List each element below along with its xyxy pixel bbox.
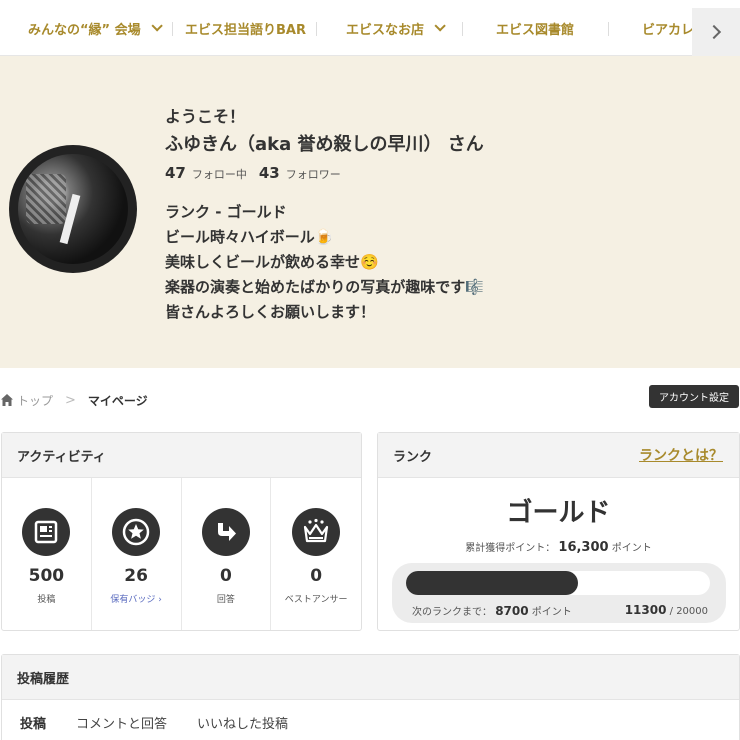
following-label[interactable]: フォロー中 [192,166,247,182]
rank-info-link[interactable]: ランクとは？ [639,445,723,465]
chevron-right-icon: › [158,595,162,605]
nav-item-label: ビアカレ [642,22,695,38]
progress-fill [406,571,578,595]
badges-link[interactable]: 保有バッジ › [110,592,162,605]
tab-comments-answers[interactable]: コメントと回答 [76,713,167,732]
bio-line: 美味しくビールが飲める幸せ☺️ [165,253,379,271]
history-tabs: 投稿 コメントと回答 いいねした投稿 [2,700,739,740]
nav-divider [608,22,609,36]
bio-line: ビール時々ハイボール🍺 [165,228,334,246]
nav-item-calendar[interactable]: ビアカレ [642,0,694,56]
nav-next-button[interactable] [692,8,740,56]
stat-label: ベストアンサー [284,595,348,605]
breadcrumb-separator: > [65,392,76,408]
chevron-down-icon [434,20,446,32]
nav-item-venue[interactable]: みんなの“縁” 会場 [28,0,163,56]
target-points: 20000 [676,606,708,617]
avatar[interactable] [9,145,137,273]
tab-liked-posts[interactable]: いいねした投稿 [197,713,288,732]
breadcrumb-current: マイページ [87,393,148,408]
stat-posts[interactable]: 500 投稿 [2,478,92,630]
breadcrumb-top-link[interactable]: トップ [17,392,53,409]
rank-title: ランク [393,449,433,465]
bio-line: ランク - ゴールド [165,203,287,221]
activity-stats: 500 投稿 26 保有バッジ › 0 回答 0 ベストアンサー [2,478,361,630]
nav-item-shops[interactable]: エビスなお店 [346,0,446,56]
nav-item-label: エビス図書館 [496,22,575,38]
followers-label[interactable]: フォロワー [286,166,341,182]
nav-item-label: みんなの“縁” 会場 [28,22,141,38]
account-settings-button[interactable]: アカウント設定 [649,385,739,408]
stat-value: 26 [124,566,148,586]
chevron-right-icon [706,24,722,40]
home-icon[interactable] [0,393,14,407]
rank-header: ランク ランクとは？ [378,433,739,478]
tab-posts[interactable]: 投稿 [20,713,46,732]
nav-divider [172,22,173,36]
next-rank-label: 次のランクまで： [412,607,492,618]
rank-totals: 11300 / 20000 [625,603,708,617]
activity-title: アクティビティ [2,433,361,478]
stat-value: 0 [219,566,232,586]
progress-track [406,571,710,595]
stat-answers[interactable]: 0 回答 [182,478,272,630]
nav-item-label: エビスなお店 [346,22,425,38]
crown-icon [292,508,341,556]
rank-name: ゴールド [506,498,611,528]
nav-item-library[interactable]: エビス図書館 [496,0,574,56]
stat-best-answers[interactable]: 0 ベストアンサー [271,478,361,630]
bio-line: 皆さんよろしくお願いします！ [165,303,376,321]
points-unit: ポイント [611,543,652,554]
profile-bio: ランク - ゴールド ビール時々ハイボール🍺 美味しくビールが飲める幸せ☺️ 楽… [165,200,484,325]
stat-badges[interactable]: 26 保有バッジ › [92,478,182,630]
total-points: 累計獲得ポイント： 16,300 ポイント [378,539,739,555]
post-history-title: 投稿履歴 [2,655,739,700]
nav-divider [462,22,463,36]
rank-card: ランク ランクとは？ ゴールド 累計獲得ポイント： 16,300 ポイント 次の… [377,432,740,631]
stat-value: 0 [310,566,323,586]
breadcrumb: トップ > マイページ [0,390,148,410]
totals-separator: / [669,606,673,617]
stat-value: 500 [28,566,65,586]
current-points: 11300 [624,603,667,617]
top-nav: みんなの“縁” 会場 エビス担当語りBAR エビスなお店 エビス図書館 ビアカレ [0,0,740,56]
following-count[interactable]: 47 [165,164,186,182]
reply-arrow-icon [201,508,250,556]
nav-item-label: エビス担当語りBAR [185,22,306,38]
next-rank: 次のランクまで： 8700 ポイント [412,603,572,618]
nav-item-bar[interactable]: エビス担当語りBAR [185,0,306,56]
rank-progress: 次のランクまで： 8700 ポイント 11300 / 20000 [392,563,726,623]
chevron-down-icon [151,20,163,32]
points-value: 16,300 [558,540,609,555]
activity-card: アクティビティ 500 投稿 26 保有バッジ › 0 回答 0 ベストアンサー [1,432,362,631]
post-history-card: 投稿履歴 投稿 コメントと回答 いいねした投稿 [1,654,740,740]
next-rank-unit: ポイント [531,607,572,618]
nav-divider [316,22,317,36]
bio-line: 楽器の演奏と始めたばかりの写真が趣味です🎼 [165,278,484,296]
welcome-text: ようこそ！ [165,107,246,126]
user-name: ふゆきん（aka 誉め殺しの早川） さん [165,134,484,155]
stat-label: 投稿 [37,595,56,605]
avatar-photo [18,154,128,264]
star-badge-icon [112,508,161,556]
follow-counts: 47 フォロー中 43 フォロワー [165,164,353,182]
profile-header: ようこそ！ ふゆきん（aka 誉め殺しの早川） さん 47 フォロー中 43 フ… [0,56,740,368]
points-label: 累計獲得ポイント： [465,543,556,554]
next-rank-value: 8700 [495,604,529,618]
stat-label: 保有バッジ [110,595,156,605]
document-icon [22,508,71,556]
stat-label: 回答 [216,595,235,605]
followers-count[interactable]: 43 [259,164,280,182]
